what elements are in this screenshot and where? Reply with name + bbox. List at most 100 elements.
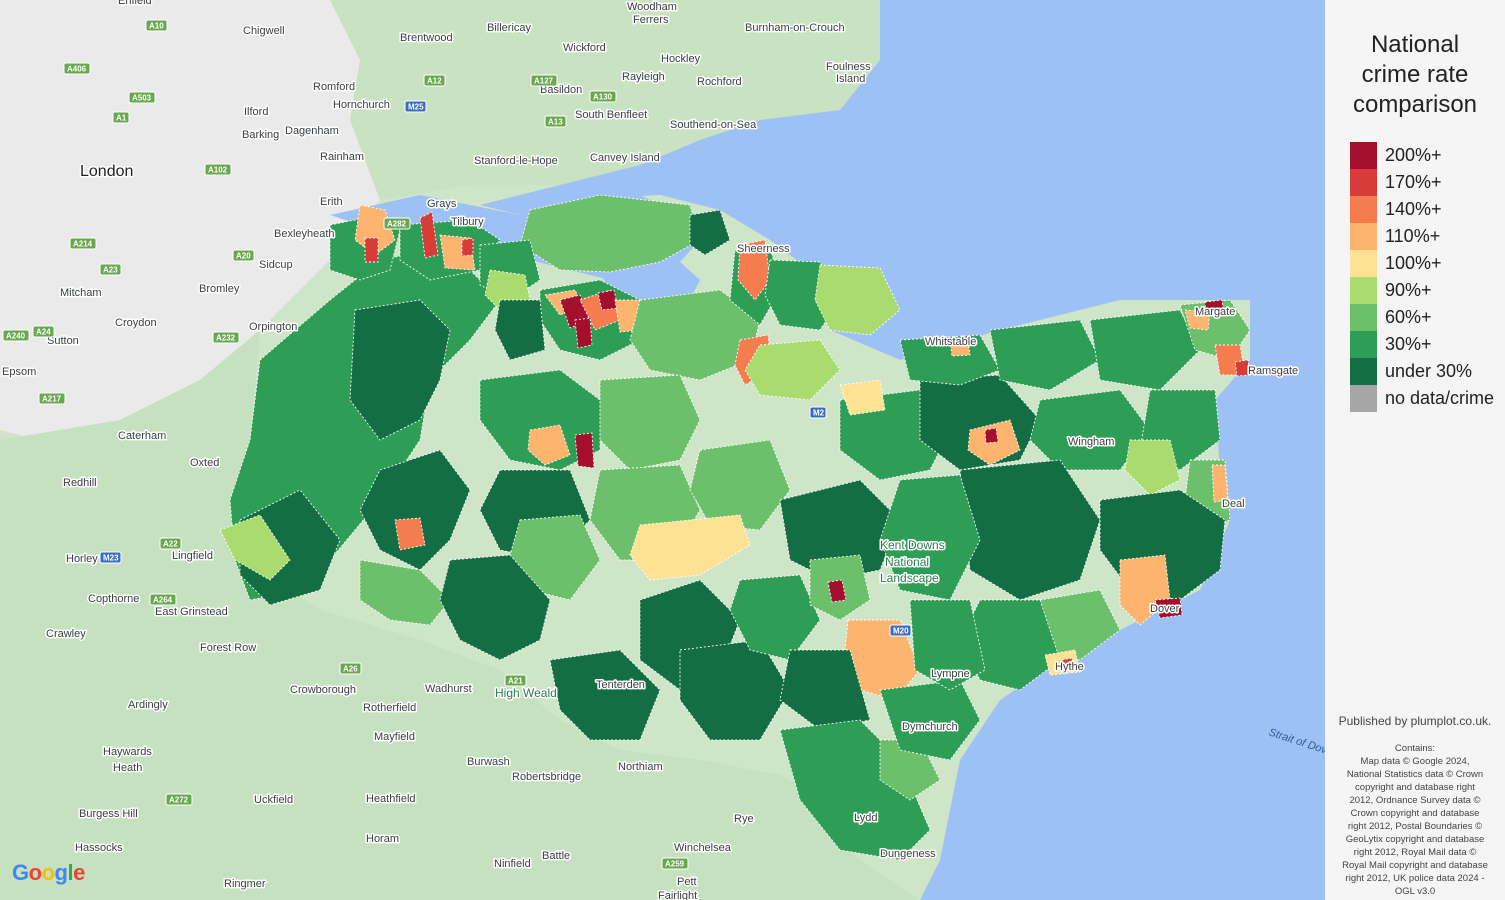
place-label: Crowborough — [290, 684, 356, 696]
legend-swatch — [1350, 223, 1377, 250]
road-badge-label: M25 — [408, 103, 424, 112]
legend-item: 90%+ — [1350, 277, 1494, 304]
place-label: Sidcup — [259, 259, 293, 271]
place-label: High Weald — [495, 686, 557, 700]
region-tonbridge-town[interactable] — [394, 517, 426, 551]
legend-item: 140%+ — [1350, 196, 1494, 223]
road-badge: A102 — [204, 163, 232, 176]
place-label: Ninfield — [494, 858, 531, 870]
legend-list: 200%+ 170%+ 140%+ 110%+ 100%+ 90%+ 60%+ 30%+ und… — [1350, 142, 1494, 412]
road-badge-label: A232 — [216, 334, 236, 343]
road-badge-label: A20 — [236, 252, 251, 261]
credit-line: Contains: — [1394, 743, 1436, 754]
region-dartford-center[interactable] — [364, 237, 379, 263]
place-label: Crawley — [46, 628, 86, 640]
road-badge-label: A240 — [6, 332, 26, 341]
place-label: Caterham — [118, 430, 166, 442]
legend-item: 170%+ — [1350, 169, 1494, 196]
road-badge: A23 — [99, 263, 122, 276]
legend-item: under 30% — [1350, 358, 1494, 385]
road-badge-label: A21 — [508, 677, 523, 686]
road-badge-label: A26 — [343, 665, 358, 674]
place-label: Hythe — [1055, 661, 1084, 673]
road-badge-label: A24 — [36, 328, 51, 337]
place-label: Barking — [242, 129, 279, 141]
road-badge-label: A217 — [42, 395, 62, 404]
place-label: Bromley — [199, 283, 240, 295]
road-badge-label: A10 — [149, 22, 164, 31]
place-label: Haywards — [103, 746, 152, 758]
place-label: Horam — [366, 833, 399, 845]
place-label: Sheerness — [737, 243, 790, 255]
road-badge-label: M23 — [103, 554, 119, 563]
legend-label: 100%+ — [1385, 253, 1442, 273]
region-maidstone-center[interactable] — [574, 432, 595, 469]
place-label: Lingfield — [172, 550, 213, 562]
place-label: Heathfield — [366, 793, 416, 805]
credit-line: GeoLytix copyright and database — [1345, 834, 1485, 845]
place-label: Ramsgate — [1248, 365, 1298, 377]
legend-swatch — [1350, 250, 1377, 277]
legend-label: under 30% — [1385, 361, 1473, 381]
place-label: Mayfield — [374, 731, 415, 743]
road-badge: A232 — [212, 331, 240, 344]
place-label: Burwash — [467, 756, 510, 768]
place-label: Wadhurst — [425, 683, 472, 695]
legend-label: no data/crime — [1385, 388, 1495, 408]
place-label: Rye — [734, 813, 754, 825]
credit-line: right 2012, Postal Boundaries © — [1347, 821, 1483, 832]
legend-title-line: crime rate — [1361, 61, 1469, 88]
place-label: Winchelsea — [674, 842, 732, 854]
road-badge-label: A272 — [169, 796, 189, 805]
road-badge: A217 — [38, 392, 66, 405]
place-label: Deal — [1222, 498, 1245, 510]
region-northfleet[interactable] — [461, 237, 474, 257]
legend-label: 170%+ — [1385, 172, 1442, 192]
place-label: Rochford — [697, 76, 742, 88]
road-badge-label: A282 — [387, 220, 407, 229]
credit-line: Royal Mail copyright and database — [1342, 860, 1488, 871]
legend-swatch — [1350, 142, 1377, 169]
road-badge: A22 — [159, 537, 182, 550]
place-label: Dungeness — [880, 848, 936, 860]
place-label: Rayleigh — [622, 71, 665, 83]
map-canvas: London Enfield Chigwell Brentwood Billericay… — [0, 0, 1325, 900]
legend-label: 200%+ — [1385, 145, 1442, 165]
google-logo-letter: G — [12, 860, 29, 885]
google-logo: Google — [12, 860, 85, 886]
road-badge: M20 — [889, 624, 912, 637]
credit-line: National Statistics data © Crown — [1346, 769, 1484, 780]
place-label: Battle — [542, 850, 570, 862]
road-badge-label: M20 — [893, 627, 909, 636]
place-label: Island — [836, 73, 865, 85]
crime-rate-map[interactable]: London Enfield Chigwell Brentwood Billericay… — [0, 0, 1325, 900]
road-badge-label: A259 — [665, 860, 685, 869]
credit-line: OGL v3.0 — [1394, 886, 1436, 897]
road-badge: A12 — [423, 74, 446, 87]
road-badge: A24 — [32, 325, 55, 338]
place-label: Brentwood — [400, 32, 453, 44]
region-rochester-south[interactable] — [574, 317, 593, 349]
place-label: Foulness — [826, 61, 871, 73]
legend-label: 90%+ — [1385, 280, 1432, 300]
road-badge: A240 — [2, 329, 30, 342]
place-label: Ringmer — [224, 878, 266, 890]
place-label: Uckfield — [254, 794, 293, 806]
place-label: Redhill — [63, 477, 97, 489]
credit-line: 2012, Ordnance Survey data © — [1349, 795, 1481, 806]
place-label: Canvey Island — [590, 152, 660, 164]
road-badge-label: A503 — [132, 94, 152, 103]
published-by[interactable]: Published by plumplot.co.uk. — [1325, 714, 1505, 728]
place-label: Margate — [1195, 306, 1235, 318]
place-label: Ferrers — [633, 14, 669, 26]
place-label: Hornchurch — [333, 99, 390, 111]
legend-swatch — [1350, 304, 1377, 331]
place-label: Romford — [313, 81, 355, 93]
region-canterbury-center[interactable] — [984, 427, 999, 444]
place-label: Epsom — [2, 366, 36, 378]
legend-item: 100%+ — [1350, 250, 1494, 277]
road-badge-label: A130 — [593, 93, 613, 102]
legend-title: National crime rate comparison — [1325, 30, 1505, 120]
road-badge-label: A406 — [67, 65, 87, 74]
legend-label: 110%+ — [1385, 226, 1441, 246]
